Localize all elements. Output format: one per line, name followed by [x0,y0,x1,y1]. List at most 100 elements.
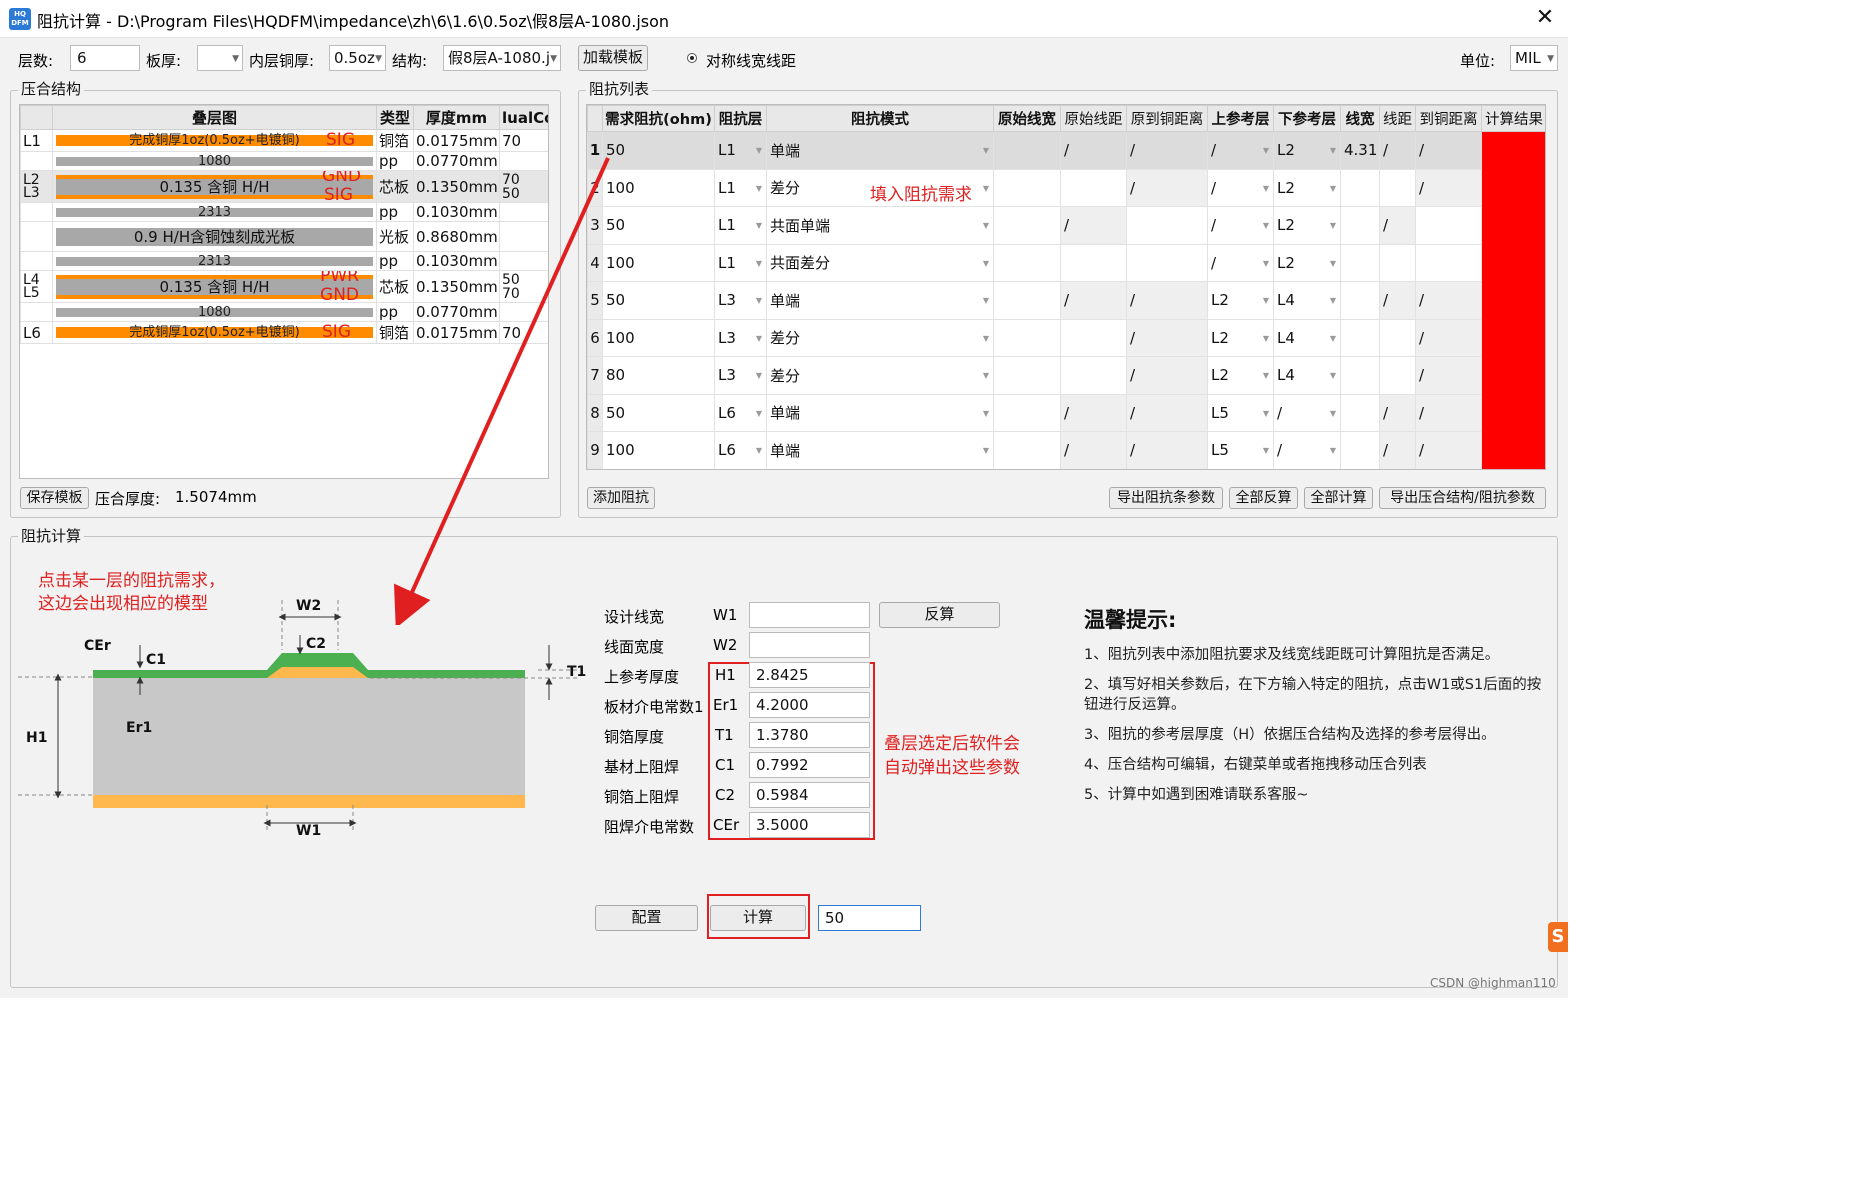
impedance-layer[interactable]: L6 ▼ [714,431,767,469]
load-template-button[interactable]: 加载模板 [578,45,648,71]
lower-ref[interactable]: L4 ▼ [1273,281,1341,320]
upper-ref[interactable]: L5 ▼ [1207,393,1274,432]
impedance-row[interactable]: 4 100 L1 ▼ 共面差分 ▼ / ▼ L2 ▼ [587,243,1545,282]
line-width[interactable] [1340,356,1380,395]
orig-width[interactable] [993,243,1061,282]
stack-table-area[interactable]: 叠层图 类型 厚度mm lualCo L1 完成铜厚1oz(0.5oz+电镀铜)… [19,104,549,479]
required-impedance[interactable]: 100 [602,243,715,282]
orig-spacing[interactable]: / [1060,431,1127,469]
line-spacing[interactable] [1379,243,1416,282]
upper-ref[interactable]: L2 ▼ [1207,318,1274,357]
lower-ref[interactable]: L2 ▼ [1273,168,1341,207]
orig-width[interactable] [993,168,1061,207]
impedance-layer[interactable]: L1 ▼ [714,243,767,282]
lower-ref[interactable]: L2 ▼ [1273,243,1341,282]
line-width[interactable]: 4.31 [1340,131,1380,170]
impedance-layer[interactable]: L1 ▼ [714,168,767,207]
orig-copper-dist[interactable] [1126,243,1208,282]
line-spacing[interactable]: / [1379,131,1416,170]
symmetric-radio[interactable] [687,53,697,63]
impedance-mode[interactable]: 单端 ▼ [766,393,994,432]
required-impedance[interactable]: 50 [602,206,715,245]
orig-copper-dist[interactable]: / [1126,131,1208,170]
line-width[interactable] [1340,168,1380,207]
impedance-row[interactable]: 8 50 L6 ▼ 单端 ▼ / / L5 ▼ / ▼ / / [587,393,1545,432]
lower-ref[interactable]: L2 ▼ [1273,131,1341,170]
line-spacing[interactable]: / [1379,431,1416,469]
required-impedance[interactable]: 100 [602,168,715,207]
impedance-layer[interactable]: L3 ▼ [714,356,767,395]
line-spacing[interactable]: / [1379,206,1416,245]
lower-ref[interactable]: / ▼ [1273,431,1341,469]
export-struct-button[interactable]: 导出压合结构/阻抗参数 [1379,487,1546,509]
unit-select[interactable]: MIL ▼ [1510,45,1558,71]
orig-copper-dist[interactable]: / [1126,281,1208,320]
line-width[interactable] [1340,281,1380,320]
w1-input[interactable] [749,602,870,628]
upper-ref[interactable]: / ▼ [1207,243,1274,282]
copper-dist[interactable]: / [1415,131,1482,170]
impedance-mode[interactable]: 共面差分 ▼ [766,243,994,282]
impedance-row[interactable]: 3 50 L1 ▼ 共面单端 ▼ / / ▼ L2 ▼ / [587,206,1545,245]
impedance-mode[interactable]: 单端 ▼ [766,281,994,320]
impedance-mode[interactable]: 差分 ▼ [766,356,994,395]
stack-row[interactable]: 1080 pp 0.0770mm [20,302,548,322]
line-spacing[interactable] [1379,168,1416,207]
calc-all-button[interactable]: 全部计算 [1304,487,1373,509]
orig-copper-dist[interactable] [1126,206,1208,245]
orig-width[interactable] [993,393,1061,432]
required-impedance[interactable]: 80 [602,356,715,395]
stack-row[interactable]: 2313 pp 0.1030mm [20,202,548,222]
required-impedance[interactable]: 50 [602,281,715,320]
line-width[interactable] [1340,243,1380,282]
orig-spacing[interactable] [1060,356,1127,395]
required-impedance[interactable]: 50 [602,131,715,170]
impedance-layer[interactable]: L3 ▼ [714,281,767,320]
impedance-layer[interactable]: L1 ▼ [714,206,767,245]
required-impedance[interactable]: 100 [602,318,715,357]
stack-row[interactable]: 0.9 H/H含铜蚀刻成光板 光板 0.8680mm [20,221,548,252]
orig-width[interactable] [993,206,1061,245]
copper-dist[interactable]: / [1415,393,1482,432]
thickness-select[interactable]: ▼ [197,45,243,71]
line-spacing[interactable]: / [1379,281,1416,320]
export-bars-button[interactable]: 导出阻抗条参数 [1109,487,1223,509]
orig-copper-dist[interactable]: / [1126,168,1208,207]
upper-ref[interactable]: L5 ▼ [1207,431,1274,469]
lower-ref[interactable]: L4 ▼ [1273,356,1341,395]
stack-row[interactable]: L6 完成铜厚1oz(0.5oz+电镀铜) SIG 铜箔 0.0175mm 70 [20,321,548,344]
orig-spacing[interactable] [1060,168,1127,207]
c2-input[interactable]: 0.5984 [749,782,870,808]
orig-width[interactable] [993,318,1061,357]
t1-input[interactable]: 1.3780 [749,722,870,748]
required-impedance[interactable]: 100 [602,431,715,469]
orig-width[interactable] [993,356,1061,395]
impedance-layer[interactable]: L6 ▼ [714,393,767,432]
stack-row[interactable]: 2313 pp 0.1030mm [20,251,548,271]
orig-copper-dist[interactable]: / [1126,393,1208,432]
copper-dist[interactable]: / [1415,281,1482,320]
orig-spacing[interactable]: / [1060,281,1127,320]
orig-spacing[interactable]: / [1060,206,1127,245]
save-template-button[interactable]: 保存模板 [20,487,89,509]
orig-spacing[interactable] [1060,318,1127,357]
orig-copper-dist[interactable]: / [1126,356,1208,395]
upper-ref[interactable]: / ▼ [1207,206,1274,245]
impedance-row[interactable]: 9 100 L6 ▼ 单端 ▼ / / L5 ▼ / ▼ / / [587,431,1545,469]
impedance-layer[interactable]: L3 ▼ [714,318,767,357]
copper-dist[interactable]: / [1415,356,1482,395]
h1-input[interactable]: 2.8425 [749,662,870,688]
impedance-mode[interactable]: 差分 ▼ [766,318,994,357]
line-spacing[interactable] [1379,318,1416,357]
lower-ref[interactable]: L2 ▼ [1273,206,1341,245]
orig-spacing[interactable]: / [1060,393,1127,432]
line-width[interactable] [1340,318,1380,357]
impedance-row[interactable]: 2 100 L1 ▼ 差分 ▼ / / ▼ L2 ▼ / [587,168,1545,207]
lower-ref[interactable]: L4 ▼ [1273,318,1341,357]
inner-cu-select[interactable]: 0.5oz ▼ [329,45,386,71]
orig-width[interactable] [993,131,1061,170]
layers-input[interactable]: 6 [70,45,140,71]
orig-copper-dist[interactable]: / [1126,318,1208,357]
line-width[interactable] [1340,393,1380,432]
copper-dist[interactable] [1415,243,1482,282]
